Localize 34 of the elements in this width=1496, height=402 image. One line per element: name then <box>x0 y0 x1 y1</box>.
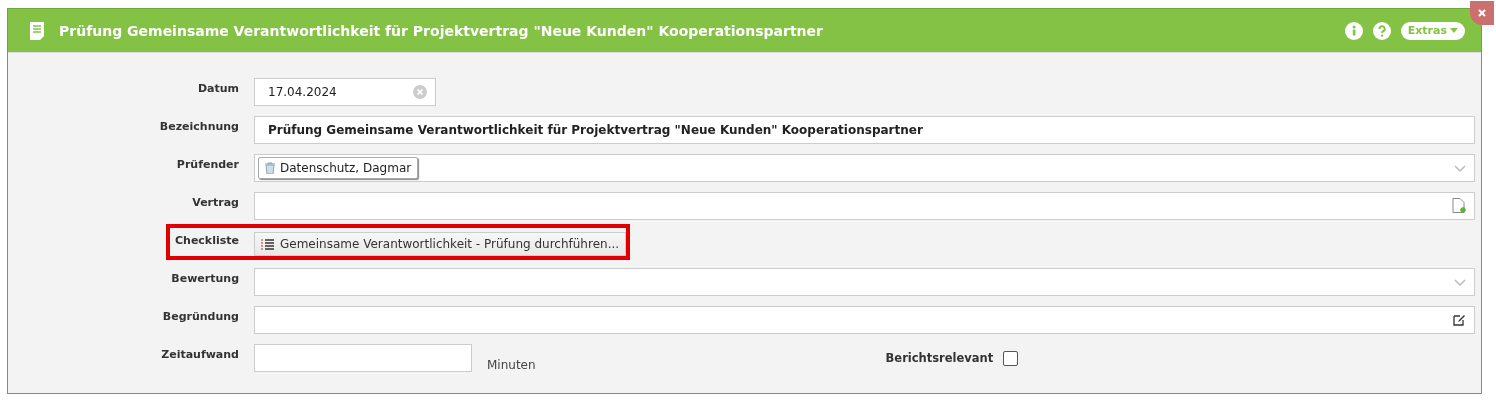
select-field[interactable]: Datenschutz, Dagmar <box>254 154 1475 182</box>
field-label: Prüfender <box>175 157 240 171</box>
duration-field[interactable] <box>254 344 472 372</box>
checkbox-label: Berichtsrelevant <box>885 351 994 365</box>
caret-icon <box>1450 28 1458 33</box>
select-field[interactable] <box>254 268 1475 296</box>
close-button[interactable] <box>1470 1 1494 25</box>
text-field[interactable] <box>254 306 1475 334</box>
field-label: Datum <box>196 81 240 95</box>
info-icon[interactable] <box>1344 21 1363 40</box>
lookup-field[interactable] <box>254 192 1475 220</box>
field-label: Bezeichnung <box>158 119 240 133</box>
help-icon[interactable] <box>1372 21 1391 40</box>
checkbox[interactable] <box>1003 350 1019 366</box>
edit-icon[interactable] <box>1453 314 1466 326</box>
date-field[interactable]: 17.04.2024 <box>254 78 436 106</box>
list-icon <box>261 238 274 250</box>
document-icon <box>29 20 45 41</box>
close-icon <box>1478 9 1486 17</box>
field-label: Vertrag <box>191 195 240 209</box>
checklist-button[interactable]: Gemeinsame Verantwortlichkeit - Prüfung durchführen... <box>254 232 627 256</box>
unit-label: Minuten <box>487 358 536 372</box>
window-title: Prüfung Gemeinsame Verantwortlichkeit für Projektvertrag "Neue Kunden" Kooperationspartner <box>59 22 823 39</box>
new-document-icon[interactable] <box>1452 198 1466 214</box>
field-label: Bewertung <box>170 271 240 285</box>
field-label: Zeitaufwand <box>160 347 240 361</box>
clear-icon[interactable] <box>413 85 427 99</box>
field-label: Begründung <box>161 309 240 323</box>
person-tag[interactable]: Datenschutz, Dagmar <box>258 157 419 179</box>
field-label: Checkliste <box>174 233 240 247</box>
chevron-down-icon[interactable] <box>1454 164 1466 172</box>
chevron-down-icon[interactable] <box>1454 278 1466 286</box>
text-field[interactable]: Prüfung Gemeinsame Verantwortlichkeit für Projektvertrag "Neue Kunden" Kooperationspartner <box>254 116 1475 144</box>
trash-icon[interactable] <box>265 162 275 174</box>
